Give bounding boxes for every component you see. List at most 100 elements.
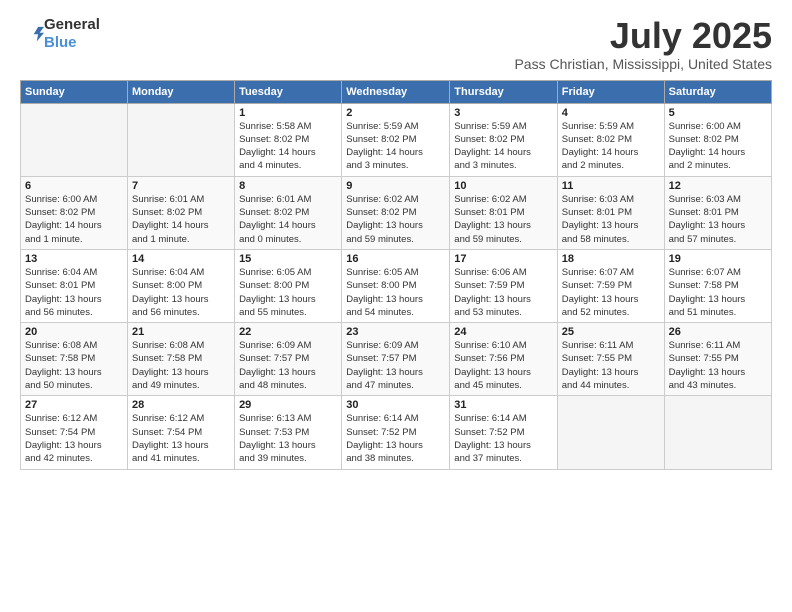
calendar: Sunday Monday Tuesday Wednesday Thursday… bbox=[20, 80, 772, 470]
day-number: 2 bbox=[346, 107, 445, 119]
day-info: Sunrise: 6:01 AM Sunset: 8:02 PM Dayligh… bbox=[239, 193, 337, 246]
calendar-cell: 29Sunrise: 6:13 AM Sunset: 7:53 PM Dayli… bbox=[235, 396, 342, 469]
calendar-cell: 25Sunrise: 6:11 AM Sunset: 7:55 PM Dayli… bbox=[557, 323, 664, 396]
day-number: 7 bbox=[132, 180, 230, 192]
day-number: 6 bbox=[25, 180, 123, 192]
day-number: 17 bbox=[454, 253, 552, 265]
calendar-cell: 17Sunrise: 6:06 AM Sunset: 7:59 PM Dayli… bbox=[450, 249, 557, 322]
day-info: Sunrise: 6:03 AM Sunset: 8:01 PM Dayligh… bbox=[669, 193, 767, 246]
calendar-cell: 2Sunrise: 5:59 AM Sunset: 8:02 PM Daylig… bbox=[342, 103, 450, 176]
day-number: 13 bbox=[25, 253, 123, 265]
calendar-cell: 8Sunrise: 6:01 AM Sunset: 8:02 PM Daylig… bbox=[235, 176, 342, 249]
day-info: Sunrise: 5:59 AM Sunset: 8:02 PM Dayligh… bbox=[346, 120, 445, 173]
calendar-cell bbox=[557, 396, 664, 469]
col-friday: Friday bbox=[557, 80, 664, 103]
day-info: Sunrise: 6:02 AM Sunset: 8:02 PM Dayligh… bbox=[346, 193, 445, 246]
day-number: 14 bbox=[132, 253, 230, 265]
day-number: 8 bbox=[239, 180, 337, 192]
day-info: Sunrise: 6:11 AM Sunset: 7:55 PM Dayligh… bbox=[669, 339, 767, 392]
day-number: 29 bbox=[239, 399, 337, 411]
logo: General Blue bbox=[20, 16, 100, 52]
day-number: 1 bbox=[239, 107, 337, 119]
calendar-cell bbox=[664, 396, 771, 469]
day-number: 12 bbox=[669, 180, 767, 192]
day-info: Sunrise: 6:04 AM Sunset: 8:01 PM Dayligh… bbox=[25, 266, 123, 319]
day-info: Sunrise: 6:06 AM Sunset: 7:59 PM Dayligh… bbox=[454, 266, 552, 319]
day-info: Sunrise: 6:08 AM Sunset: 7:58 PM Dayligh… bbox=[132, 339, 230, 392]
calendar-cell: 30Sunrise: 6:14 AM Sunset: 7:52 PM Dayli… bbox=[342, 396, 450, 469]
day-info: Sunrise: 6:13 AM Sunset: 7:53 PM Dayligh… bbox=[239, 412, 337, 465]
day-number: 19 bbox=[669, 253, 767, 265]
calendar-cell: 5Sunrise: 6:00 AM Sunset: 8:02 PM Daylig… bbox=[664, 103, 771, 176]
day-info: Sunrise: 6:07 AM Sunset: 7:58 PM Dayligh… bbox=[669, 266, 767, 319]
calendar-cell: 6Sunrise: 6:00 AM Sunset: 8:02 PM Daylig… bbox=[21, 176, 128, 249]
calendar-cell: 9Sunrise: 6:02 AM Sunset: 8:02 PM Daylig… bbox=[342, 176, 450, 249]
calendar-cell: 3Sunrise: 5:59 AM Sunset: 8:02 PM Daylig… bbox=[450, 103, 557, 176]
day-info: Sunrise: 5:59 AM Sunset: 8:02 PM Dayligh… bbox=[562, 120, 660, 173]
title-section: July 2025 Pass Christian, Mississippi, U… bbox=[514, 16, 772, 72]
calendar-week-row: 6Sunrise: 6:00 AM Sunset: 8:02 PM Daylig… bbox=[21, 176, 772, 249]
calendar-cell: 19Sunrise: 6:07 AM Sunset: 7:58 PM Dayli… bbox=[664, 249, 771, 322]
calendar-cell: 18Sunrise: 6:07 AM Sunset: 7:59 PM Dayli… bbox=[557, 249, 664, 322]
day-info: Sunrise: 6:05 AM Sunset: 8:00 PM Dayligh… bbox=[346, 266, 445, 319]
calendar-cell: 21Sunrise: 6:08 AM Sunset: 7:58 PM Dayli… bbox=[127, 323, 234, 396]
day-number: 27 bbox=[25, 399, 123, 411]
day-info: Sunrise: 6:10 AM Sunset: 7:56 PM Dayligh… bbox=[454, 339, 552, 392]
col-saturday: Saturday bbox=[664, 80, 771, 103]
col-thursday: Thursday bbox=[450, 80, 557, 103]
day-info: Sunrise: 6:03 AM Sunset: 8:01 PM Dayligh… bbox=[562, 193, 660, 246]
calendar-cell bbox=[21, 103, 128, 176]
calendar-cell: 24Sunrise: 6:10 AM Sunset: 7:56 PM Dayli… bbox=[450, 323, 557, 396]
day-number: 30 bbox=[346, 399, 445, 411]
day-info: Sunrise: 6:11 AM Sunset: 7:55 PM Dayligh… bbox=[562, 339, 660, 392]
day-number: 10 bbox=[454, 180, 552, 192]
day-number: 18 bbox=[562, 253, 660, 265]
calendar-cell: 15Sunrise: 6:05 AM Sunset: 8:00 PM Dayli… bbox=[235, 249, 342, 322]
day-info: Sunrise: 6:04 AM Sunset: 8:00 PM Dayligh… bbox=[132, 266, 230, 319]
day-info: Sunrise: 6:01 AM Sunset: 8:02 PM Dayligh… bbox=[132, 193, 230, 246]
calendar-header-row: Sunday Monday Tuesday Wednesday Thursday… bbox=[21, 80, 772, 103]
day-number: 11 bbox=[562, 180, 660, 192]
day-info: Sunrise: 6:07 AM Sunset: 7:59 PM Dayligh… bbox=[562, 266, 660, 319]
day-info: Sunrise: 6:08 AM Sunset: 7:58 PM Dayligh… bbox=[25, 339, 123, 392]
day-info: Sunrise: 6:05 AM Sunset: 8:00 PM Dayligh… bbox=[239, 266, 337, 319]
page: General Blue July 2025 Pass Christian, M… bbox=[0, 0, 792, 612]
calendar-week-row: 13Sunrise: 6:04 AM Sunset: 8:01 PM Dayli… bbox=[21, 249, 772, 322]
day-info: Sunrise: 6:14 AM Sunset: 7:52 PM Dayligh… bbox=[346, 412, 445, 465]
day-info: Sunrise: 6:14 AM Sunset: 7:52 PM Dayligh… bbox=[454, 412, 552, 465]
calendar-cell: 23Sunrise: 6:09 AM Sunset: 7:57 PM Dayli… bbox=[342, 323, 450, 396]
day-info: Sunrise: 5:58 AM Sunset: 8:02 PM Dayligh… bbox=[239, 120, 337, 173]
month-year: July 2025 bbox=[514, 16, 772, 56]
calendar-cell: 27Sunrise: 6:12 AM Sunset: 7:54 PM Dayli… bbox=[21, 396, 128, 469]
day-number: 15 bbox=[239, 253, 337, 265]
day-number: 16 bbox=[346, 253, 445, 265]
calendar-cell: 26Sunrise: 6:11 AM Sunset: 7:55 PM Dayli… bbox=[664, 323, 771, 396]
day-number: 25 bbox=[562, 326, 660, 338]
calendar-cell: 4Sunrise: 5:59 AM Sunset: 8:02 PM Daylig… bbox=[557, 103, 664, 176]
calendar-cell: 28Sunrise: 6:12 AM Sunset: 7:54 PM Dayli… bbox=[127, 396, 234, 469]
calendar-cell: 10Sunrise: 6:02 AM Sunset: 8:01 PM Dayli… bbox=[450, 176, 557, 249]
day-number: 22 bbox=[239, 326, 337, 338]
day-number: 31 bbox=[454, 399, 552, 411]
calendar-week-row: 20Sunrise: 6:08 AM Sunset: 7:58 PM Dayli… bbox=[21, 323, 772, 396]
location: Pass Christian, Mississippi, United Stat… bbox=[514, 56, 772, 72]
calendar-week-row: 1Sunrise: 5:58 AM Sunset: 8:02 PM Daylig… bbox=[21, 103, 772, 176]
day-info: Sunrise: 6:09 AM Sunset: 7:57 PM Dayligh… bbox=[346, 339, 445, 392]
day-number: 3 bbox=[454, 107, 552, 119]
day-info: Sunrise: 6:02 AM Sunset: 8:01 PM Dayligh… bbox=[454, 193, 552, 246]
col-tuesday: Tuesday bbox=[235, 80, 342, 103]
calendar-cell bbox=[127, 103, 234, 176]
day-number: 23 bbox=[346, 326, 445, 338]
day-number: 4 bbox=[562, 107, 660, 119]
header: General Blue July 2025 Pass Christian, M… bbox=[20, 16, 772, 72]
calendar-cell: 1Sunrise: 5:58 AM Sunset: 8:02 PM Daylig… bbox=[235, 103, 342, 176]
day-number: 21 bbox=[132, 326, 230, 338]
calendar-cell: 7Sunrise: 6:01 AM Sunset: 8:02 PM Daylig… bbox=[127, 176, 234, 249]
day-number: 9 bbox=[346, 180, 445, 192]
day-number: 28 bbox=[132, 399, 230, 411]
calendar-week-row: 27Sunrise: 6:12 AM Sunset: 7:54 PM Dayli… bbox=[21, 396, 772, 469]
calendar-cell: 13Sunrise: 6:04 AM Sunset: 8:01 PM Dayli… bbox=[21, 249, 128, 322]
col-monday: Monday bbox=[127, 80, 234, 103]
calendar-cell: 12Sunrise: 6:03 AM Sunset: 8:01 PM Dayli… bbox=[664, 176, 771, 249]
day-info: Sunrise: 6:12 AM Sunset: 7:54 PM Dayligh… bbox=[25, 412, 123, 465]
